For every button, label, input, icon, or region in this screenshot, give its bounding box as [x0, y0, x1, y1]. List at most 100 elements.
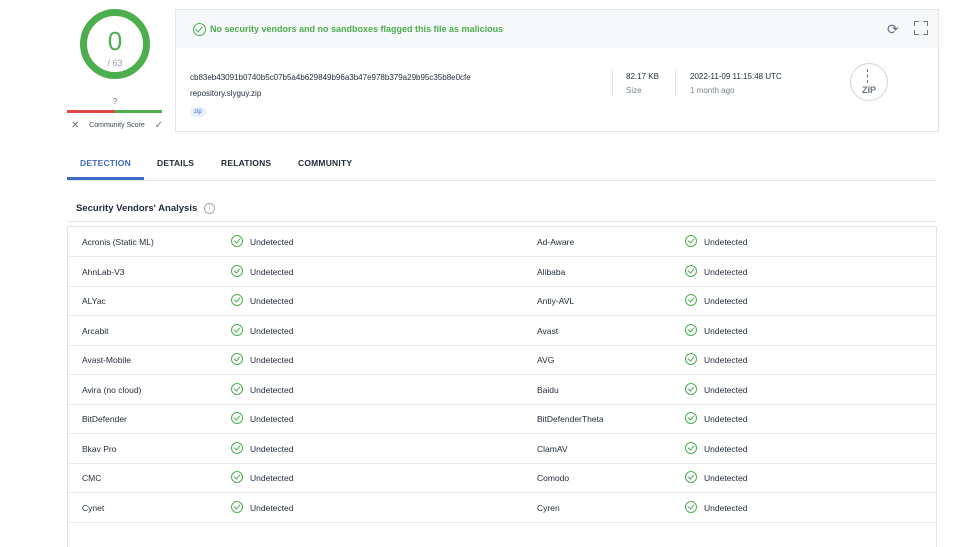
tab-community[interactable]: COMMUNITY — [298, 158, 352, 168]
detection-total: / 63 — [107, 58, 123, 68]
check-circle-icon — [685, 500, 697, 513]
vendor-result: Undetected — [250, 296, 294, 306]
vendor-name: Avira (no cloud) — [82, 384, 142, 395]
vendor-result: Undetected — [250, 355, 294, 365]
verdict-banner: No security vendors and no sandboxes fla… — [176, 10, 938, 48]
vendor-result: Undetected — [704, 384, 748, 395]
community-score-bar — [67, 110, 162, 113]
zip-file-icon: ZIP — [850, 63, 888, 101]
vendor-name: AhnLab-V3 — [82, 266, 125, 277]
check-circle-icon — [685, 471, 697, 483]
vendors-table: Acronis (Static ML) Undetected Ad-Aware Und… — [67, 226, 937, 547]
analysis-date-relative: 1 month ago — [690, 86, 735, 95]
vendor-name: BitDefenderTheta — [537, 414, 604, 424]
detection-score-ring: 0 / 63 — [80, 9, 150, 79]
check-circle-icon — [231, 412, 243, 424]
tab-relations[interactable]: RELATIONS — [221, 158, 271, 168]
community-score-value: ? — [112, 97, 118, 106]
vendor-result: Undetected — [250, 266, 294, 277]
table-row: Cynet Undetected Cyren Undetected — [68, 493, 936, 523]
vendor-result: Undetected — [250, 325, 294, 336]
file-size-value: 82.17 KB — [626, 72, 659, 81]
vendor-name: AVG — [537, 355, 555, 365]
vendor-name: Baidu — [537, 384, 559, 395]
check-circle-icon — [685, 353, 697, 365]
vendor-name: Antiy-AVL — [537, 296, 575, 306]
vendor-result: Undetected — [704, 414, 748, 424]
check-circle-icon — [231, 353, 243, 365]
check-circle-icon — [231, 294, 243, 306]
community-score-label: Community Score — [89, 121, 145, 129]
vendor-result: Undetected — [704, 473, 748, 483]
active-tab-indicator — [67, 177, 144, 180]
reload-icon[interactable]: ⟳ — [887, 21, 899, 38]
section-title: Security Vendors' Analysis — [76, 203, 198, 214]
check-circle-icon — [193, 23, 206, 36]
vendor-result: Undetected — [704, 443, 748, 454]
check-circle-icon — [231, 471, 243, 483]
check-circle-icon — [231, 235, 243, 247]
table-row: BitDefender Undetected BitDefenderTheta Und… — [68, 404, 936, 434]
vendor-result: Undetected — [704, 296, 748, 306]
file-name: repository.slyguy.zip — [190, 89, 262, 98]
file-hash[interactable]: cb83eb43091b0740b5c07b5a4b629849b96a3b47… — [190, 73, 471, 82]
check-circle-icon — [685, 323, 697, 336]
community-score-negative — [67, 110, 115, 113]
vendor-result: Undetected — [250, 443, 294, 454]
detection-score-widget: 0 / 63 ? ✕ Community Score ✓ — [67, 8, 163, 133]
vendor-name: Arcabit — [82, 325, 109, 336]
detection-count: 0 — [107, 26, 123, 56]
vendor-result: Undetected — [704, 355, 748, 365]
vendor-result: Undetected — [250, 414, 294, 424]
tab-detection[interactable]: DETECTION — [80, 158, 131, 168]
zip-pull-icon — [867, 69, 871, 83]
vendor-result: Undetected — [704, 502, 748, 513]
check-circle-icon — [231, 264, 243, 277]
table-row: Avast-Mobile Undetected AVG Undetected — [68, 345, 936, 375]
check-circle-icon — [685, 264, 697, 277]
check-circle-icon — [685, 412, 697, 424]
table-row: ALYac Undetected Antiy-AVL Undetected — [68, 286, 936, 316]
check-circle-icon — [685, 441, 697, 454]
vendor-name: Avast — [537, 325, 559, 336]
tab-details[interactable]: DETAILS — [157, 158, 194, 168]
file-size-label: Size — [626, 86, 642, 95]
table-row: AhnLab-V3 Undetected Alibaba Undetected — [68, 257, 936, 287]
table-row: Acronis (Static ML) Undetected Ad-Aware Und… — [68, 227, 936, 257]
divider — [675, 69, 676, 97]
check-circle-icon — [231, 323, 243, 336]
vendor-name: Acronis (Static ML) — [82, 237, 154, 247]
table-row: Arcabit Undetected Avast Undetected — [68, 316, 936, 346]
check-circle-icon — [231, 441, 243, 454]
close-icon[interactable]: ✕ — [71, 120, 79, 131]
vendor-name: Alibaba — [537, 266, 566, 277]
info-icon[interactable]: i — [204, 203, 215, 214]
vendor-name: Cyren — [537, 502, 560, 513]
analysis-date-value: 2022-11-09 11:15:48 UTC — [690, 72, 782, 81]
file-summary-card: No security vendors and no sandboxes fla… — [175, 9, 939, 132]
vendor-name: Avast-Mobile — [82, 355, 131, 365]
vendor-result: Undetected — [704, 325, 748, 336]
table-row: Avira (no cloud) Undetected Baidu Undetecte… — [68, 375, 936, 405]
community-score-row: ✕ Community Score ✓ — [71, 119, 163, 131]
vendor-result: Undetected — [250, 237, 294, 247]
check-icon[interactable]: ✓ — [155, 120, 163, 131]
vendor-name: Comodo — [537, 473, 570, 483]
verdict-message: No security vendors and no sandboxes fla… — [210, 24, 504, 34]
vendor-name: Bkav Pro — [82, 443, 117, 454]
vendor-result: Undetected — [704, 237, 748, 247]
table-row: CMC Undetected Comodo Undetected — [68, 463, 936, 493]
check-circle-icon — [685, 235, 697, 247]
vendor-name: BitDefender — [82, 414, 127, 424]
table-row: Bkav Pro Undetected ClamAV Undetected — [68, 434, 936, 464]
check-circle-icon — [685, 294, 697, 306]
check-circle-icon — [231, 500, 243, 513]
vendor-name: ClamAV — [537, 443, 568, 454]
analysis-tabs: DETECTION DETAILS RELATIONS COMMUNITY — [67, 150, 937, 181]
expand-icon[interactable] — [914, 21, 928, 35]
vendor-result: Undetected — [250, 384, 294, 395]
vendor-name: CMC — [82, 473, 102, 483]
section-divider — [67, 221, 937, 222]
file-tag[interactable]: zip — [190, 107, 206, 117]
vendor-result: Undetected — [704, 266, 748, 277]
